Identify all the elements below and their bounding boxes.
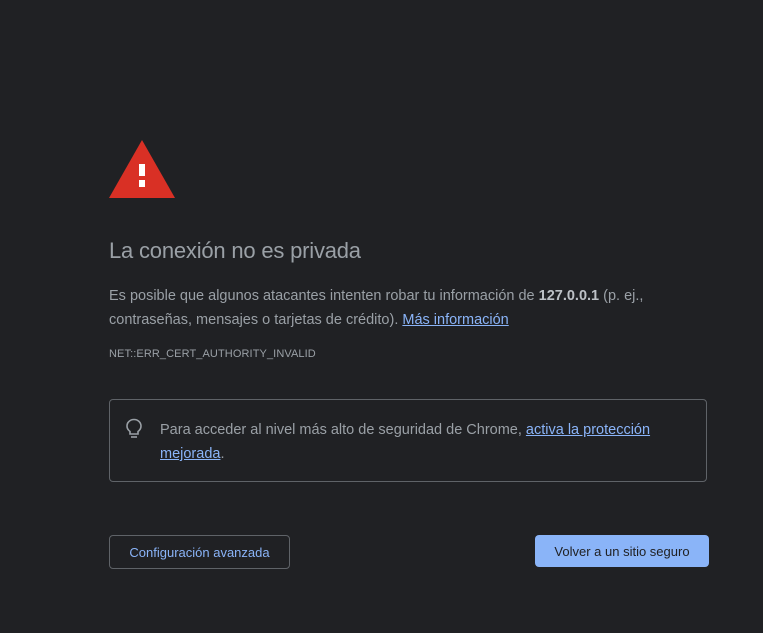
enhanced-protection-box: Para acceder al nivel más alto de seguri…	[109, 399, 707, 482]
warning-triangle-icon	[109, 140, 175, 198]
enhanced-protection-prefix: Para acceder al nivel más alto de seguri…	[160, 422, 526, 438]
advanced-settings-button[interactable]: Configuración avanzada	[109, 535, 290, 569]
learn-more-link[interactable]: Más información	[402, 312, 508, 328]
error-code: NET::ERR_CERT_AUTHORITY_INVALID	[109, 348, 316, 360]
lightbulb-icon	[126, 418, 142, 438]
interstitial-page: La conexión no es privada Es posible que…	[0, 0, 763, 633]
main-message-text: Es posible que algunos atacantes intente…	[109, 288, 539, 304]
page-title: La conexión no es privada	[109, 238, 361, 263]
main-message: Es posible que algunos atacantes intente…	[109, 284, 709, 332]
enhanced-protection-suffix: .	[220, 446, 225, 462]
host-name: 127.0.0.1	[538, 288, 600, 304]
enhanced-protection-text: Para acceder al nivel más alto de seguri…	[160, 418, 690, 466]
back-to-safety-button[interactable]: Volver a un sitio seguro	[535, 535, 709, 567]
